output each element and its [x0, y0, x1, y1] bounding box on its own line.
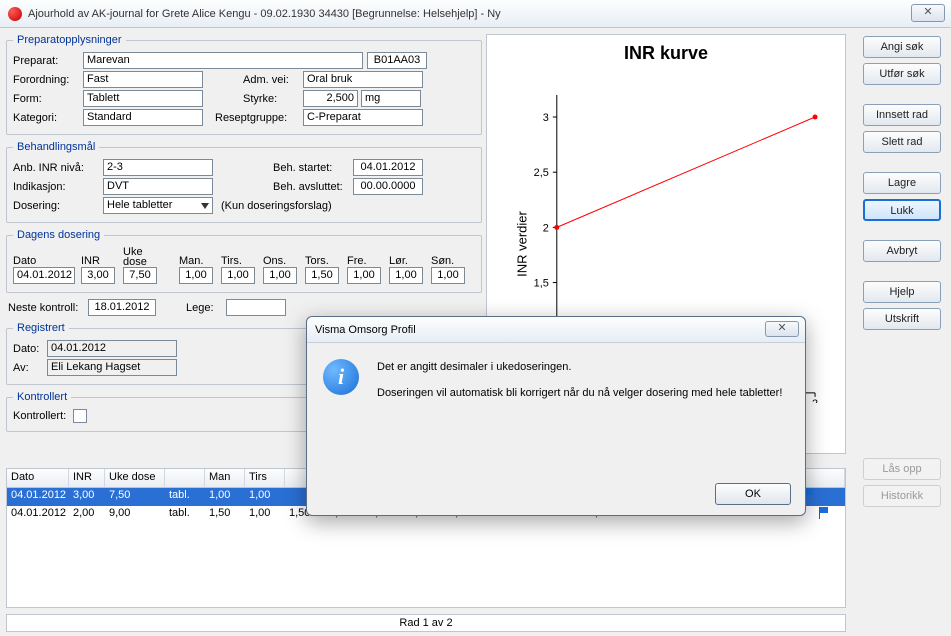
dialog-line1: Det er angitt desimaler i ukedoseringen.	[377, 359, 782, 375]
dialog-close-button[interactable]: ✕	[765, 321, 799, 337]
window-close-button[interactable]: ✕	[911, 4, 945, 22]
dialog-titlebar: Visma Omsorg Profil ✕	[307, 317, 805, 343]
window-titlebar: Ajourhold av AK-journal for Grete Alice …	[0, 0, 951, 28]
app-icon	[8, 7, 22, 21]
info-icon: i	[323, 359, 359, 395]
modal-overlay: Visma Omsorg Profil ✕ i Det er angitt de…	[0, 28, 951, 636]
dialog-ok-button[interactable]: OK	[715, 483, 791, 505]
dialog-message: Det er angitt desimaler i ukedoseringen.…	[377, 359, 782, 401]
window-title: Ajourhold av AK-journal for Grete Alice …	[28, 8, 501, 20]
info-dialog: Visma Omsorg Profil ✕ i Det er angitt de…	[306, 316, 806, 516]
dialog-line2: Doseringen vil automatisk bli korrigert …	[377, 385, 782, 401]
dialog-title: Visma Omsorg Profil	[315, 324, 416, 336]
